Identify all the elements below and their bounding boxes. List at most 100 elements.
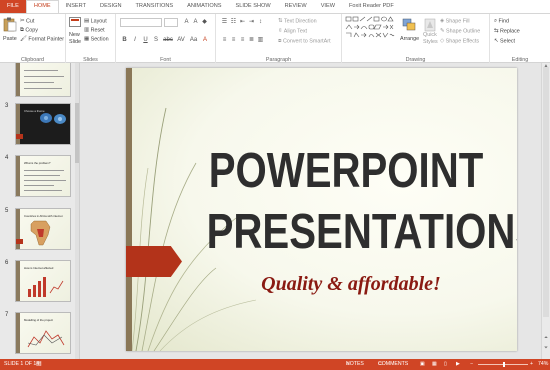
thumbnail-slide-7[interactable]: 7 Modelling of the project	[0, 312, 79, 356]
tab-slide-show[interactable]: SLIDE SHOW	[229, 0, 278, 13]
previous-slide-icon[interactable]: ⏶	[543, 335, 549, 341]
zoom-in-icon[interactable]: +	[530, 359, 533, 370]
convert-smartart-button[interactable]: ⧈ Convert to SmartArt	[278, 37, 331, 45]
reading-view-icon[interactable]: ▯	[444, 359, 447, 370]
bullets-icon[interactable]: ☰	[220, 18, 229, 26]
cut-button[interactable]: ✂ Cut	[20, 17, 34, 25]
arrange-icon[interactable]	[402, 18, 416, 34]
copy-button[interactable]: ⧉ Copy	[20, 26, 38, 34]
increase-indent-icon[interactable]: ⇥	[247, 18, 256, 26]
thumbnail-strip	[16, 261, 20, 301]
thumbnail-frame: Countries in Africa with internet	[15, 208, 71, 250]
slide-canvas[interactable]: POWERPOINT PRESENTATIONS Quality & affor…	[126, 68, 517, 351]
tab-animations[interactable]: ANIMATIONS	[180, 0, 228, 13]
drawing-group: Arrange Quick Styles ◈ Shape Fill ✎ Shape…	[342, 14, 490, 64]
slide-title[interactable]: POWERPOINT PRESENTATIONS	[206, 141, 517, 263]
thumbnail-scroll-thumb[interactable]	[75, 103, 79, 163]
slide-scrollbar[interactable]: ▲ ⏶ ⏷	[541, 63, 550, 359]
align-left-icon[interactable]: ≡	[220, 36, 229, 44]
tab-home[interactable]: HOME	[25, 0, 59, 13]
section-button[interactable]: ▦ Section	[84, 35, 109, 43]
slide-sorter-icon[interactable]: ▦	[432, 359, 437, 370]
zoom-level[interactable]: 74%	[538, 359, 548, 370]
slideshow-icon[interactable]: ▶	[456, 359, 460, 370]
tab-file[interactable]: FILE	[0, 0, 26, 13]
font-size-select[interactable]	[164, 18, 178, 27]
strikethrough-button[interactable]: abc	[162, 36, 174, 44]
columns-icon[interactable]: ▥	[256, 36, 265, 44]
paint-bucket-icon: ◈	[440, 18, 445, 24]
line-spacing-icon[interactable]: ↕	[256, 18, 265, 26]
decrease-indent-icon[interactable]: ⇤	[238, 18, 247, 26]
select-label: Select	[500, 38, 516, 45]
layout-button[interactable]: ▤ Layout	[84, 17, 107, 25]
paste-button[interactable]: Paste	[3, 35, 17, 43]
shape-outline-button[interactable]: ✎ Shape Outline	[440, 27, 480, 35]
bold-button[interactable]: B	[120, 36, 129, 44]
thumbnail-slide-4[interactable]: 4 What is the problem?	[0, 155, 79, 199]
tab-design[interactable]: DESIGN	[93, 0, 128, 13]
thumbnail-frame: Choose a theme	[15, 103, 71, 145]
comments-label: COMMENTS	[378, 361, 409, 367]
thumbnail-slide-3[interactable]: 3 Choose a theme	[0, 103, 79, 147]
tab-review[interactable]: REVIEW	[278, 0, 314, 13]
thumbnail-text-line	[24, 82, 54, 83]
thumbnail-slide-2[interactable]	[0, 63, 79, 99]
normal-view-icon[interactable]: ▣	[420, 359, 425, 370]
replace-icon: ⇆	[494, 28, 499, 34]
text-direction-icon: ⇅	[278, 18, 283, 24]
convert-smartart-label: Convert to SmartArt	[282, 38, 331, 45]
status-bar: SLIDE 1 OF 14 ▤ ≡ NOTES ▭ COMMENTS ▣ ▦ ▯…	[0, 359, 550, 370]
numbering-icon[interactable]: ☷	[229, 18, 238, 26]
text-direction-button[interactable]: ⇅ Text Direction	[278, 17, 317, 25]
slide-title-line-2: PRESENTATIONS	[206, 205, 517, 259]
shape-effects-label: Shape Effects	[445, 38, 480, 45]
slide-left-strip	[126, 68, 132, 351]
next-slide-icon[interactable]: ⏷	[543, 345, 549, 351]
justify-icon[interactable]: ≣	[247, 36, 256, 44]
thumbnail-slide-5[interactable]: 5 Countries in Africa with internet	[0, 208, 79, 252]
arrange-button[interactable]: Arrange	[400, 35, 419, 43]
thumbnail-title: Modelling of the project	[24, 318, 53, 322]
find-button[interactable]: ⌕ Find	[494, 17, 509, 25]
new-slide-button[interactable]: New Slide	[69, 32, 81, 46]
align-center-icon[interactable]: ≡	[229, 36, 238, 44]
cut-label: Cut	[26, 18, 35, 25]
tab-view[interactable]: VIEW	[314, 0, 342, 13]
slide-subtitle[interactable]: Quality & affordable!	[246, 273, 456, 296]
pen-icon: ✎	[440, 28, 445, 34]
shadow-button[interactable]: S	[152, 36, 161, 44]
underline-button[interactable]: U	[141, 36, 150, 44]
spellcheck-icon[interactable]: ▤	[36, 359, 42, 370]
quick-styles-button[interactable]: Quick Styles	[423, 32, 438, 46]
align-right-icon[interactable]: ≡	[238, 36, 247, 44]
thumbnail-slide-6[interactable]: 6 How is Internet affected	[0, 260, 79, 304]
shape-effects-button[interactable]: ◇ Shape Effects	[440, 37, 479, 45]
slide-scroll-thumb[interactable]	[543, 67, 549, 317]
reset-icon: ▥	[84, 27, 90, 33]
format-painter-button[interactable]: 🖌 Format Painter	[20, 35, 64, 43]
thumbnail-strip	[16, 156, 20, 196]
replace-button[interactable]: ⇆ Replace	[494, 27, 520, 35]
char-spacing-button[interactable]: AV	[176, 36, 187, 44]
paste-icon[interactable]	[3, 17, 17, 34]
tab-foxit-reader-pdf[interactable]: Foxit Reader PDF	[342, 0, 401, 13]
tab-transitions[interactable]: TRANSITIONS	[128, 0, 180, 13]
select-button[interactable]: ↖ Select	[494, 37, 515, 45]
zoom-out-icon[interactable]: −	[470, 359, 473, 370]
thumbnail-scrollbar[interactable]	[75, 63, 79, 359]
font-color-button[interactable]: A	[201, 36, 210, 44]
italic-button[interactable]: I	[131, 36, 140, 44]
new-slide-icon[interactable]	[69, 17, 81, 32]
change-case-button[interactable]: Aa	[188, 36, 199, 44]
shape-fill-button[interactable]: ◈ Shape Fill	[440, 17, 470, 25]
reset-button[interactable]: ▥ Reset	[84, 26, 105, 34]
font-grow-shrink[interactable]: A A ◆	[182, 18, 209, 26]
ribbon: Paste ✂ Cut ⧉ Copy 🖌 Format Painter Clip…	[0, 13, 550, 64]
slide-red-arrow-tab	[126, 246, 182, 277]
zoom-slider-thumb[interactable]	[503, 362, 505, 367]
align-text-button[interactable]: ⇳ Align Text	[278, 27, 307, 35]
font-family-select[interactable]	[120, 18, 162, 27]
tab-insert[interactable]: INSERT	[59, 0, 93, 13]
shapes-gallery[interactable]	[345, 16, 397, 47]
